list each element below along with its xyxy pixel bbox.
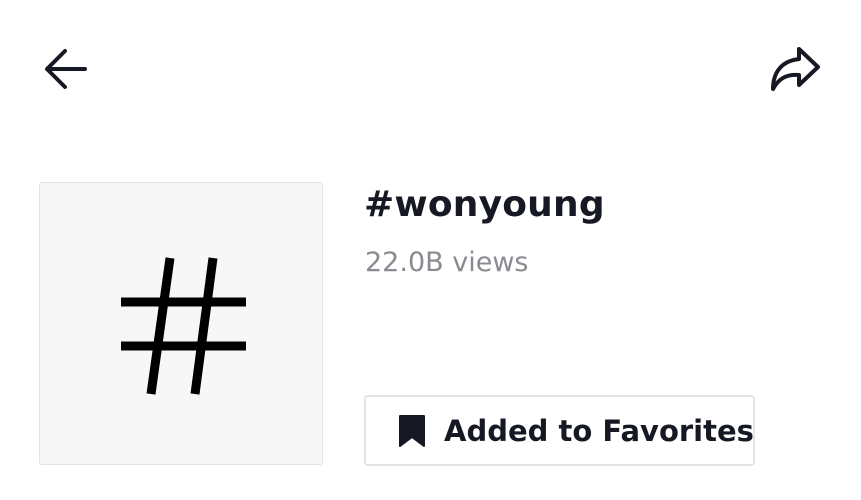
added-to-favorites-button[interactable]: Added to Favorites [364,395,755,466]
hashtag-thumbnail [39,182,323,465]
bookmark-icon [398,413,426,449]
views-count: 22.0B views [365,247,529,278]
hashtag-title: #wonyoung [364,184,605,225]
back-arrow-icon [41,45,89,97]
share-arrow-icon [769,45,821,97]
favorites-button-label: Added to Favorites [444,413,754,448]
share-button[interactable] [763,42,827,100]
back-button[interactable] [36,44,94,98]
